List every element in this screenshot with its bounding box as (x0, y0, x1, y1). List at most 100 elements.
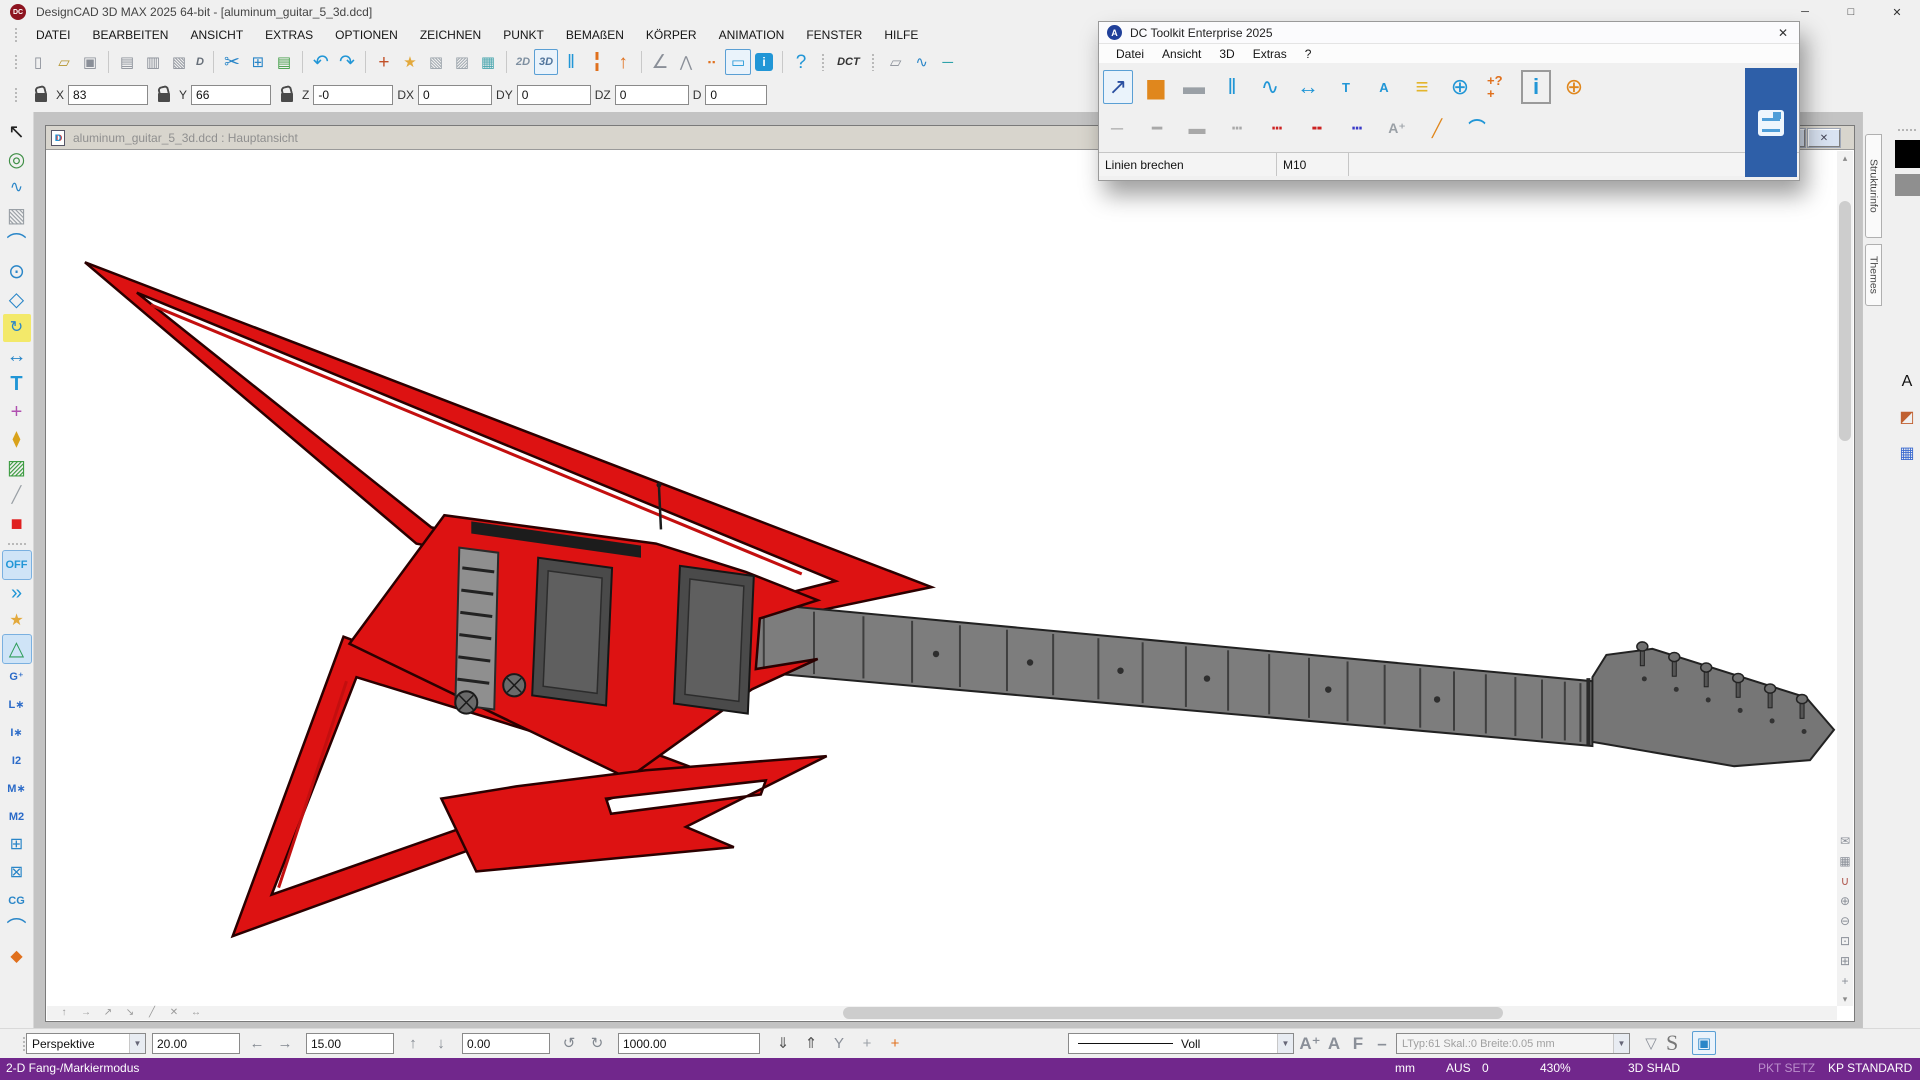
open-folder-icon[interactable]: ▱ (51, 49, 77, 75)
chip-icon[interactable]: ▦ (475, 49, 501, 75)
triangle-snap-icon[interactable]: △ (3, 635, 31, 663)
black-swatch[interactable] (1895, 140, 1920, 168)
text-a-plus-icon[interactable]: A⁺ (1383, 114, 1411, 142)
square-diag-icon[interactable]: ⊠ (3, 859, 31, 887)
copy-icon[interactable]: ⊞ (245, 49, 271, 75)
coord-input[interactable]: 0 (615, 85, 689, 105)
nav-ne-icon[interactable]: ↗ (101, 1007, 115, 1019)
zoom-out-icon[interactable]: ⊖ (1838, 912, 1853, 930)
panel-grip[interactable] (1897, 128, 1917, 133)
angle-tool-icon[interactable]: ∠ (647, 49, 673, 75)
toolkit-menu-item[interactable]: Extras (1244, 46, 1296, 62)
gray-swatch[interactable] (1895, 174, 1920, 196)
snap-off-button[interactable]: OFF (3, 551, 31, 579)
s-tool-icon[interactable]: S (1666, 1030, 1678, 1051)
dct-button[interactable]: DCT (833, 49, 864, 75)
line-bluedot-icon[interactable]: ┅ (1343, 114, 1371, 142)
menu-item[interactable]: OPTIONEN (324, 26, 409, 44)
diamond-icon[interactable]: ◇ (3, 286, 31, 314)
camera-up-icon[interactable]: ↑ (400, 1033, 426, 1055)
page-d-icon[interactable]: D (192, 49, 208, 75)
vertical-scroll-thumb[interactable] (1839, 201, 1851, 441)
zoom-fit-icon[interactable]: ⊞ (1838, 952, 1853, 970)
ortho-arrow-icon[interactable]: ↑ (610, 49, 636, 75)
tab-themes[interactable]: Themes (1865, 244, 1882, 306)
toolbar-grip[interactable] (14, 54, 19, 70)
camera-distance-input[interactable]: 1000.00 (618, 1033, 760, 1054)
arc-snap-icon[interactable]: ⌒ (3, 915, 31, 943)
help-cursor-icon[interactable]: ? (788, 49, 814, 75)
window-tool-icon[interactable]: ▭ (725, 49, 751, 75)
menu-item[interactable]: ZEICHNEN (409, 26, 492, 44)
line-style-select[interactable]: Voll ▼ (1068, 1033, 1294, 1054)
magnet-icon[interactable]: ∪ (1838, 872, 1853, 890)
grid-icon[interactable]: ▦ (1838, 852, 1853, 870)
status-pkt-setz[interactable]: PKT SETZ (1758, 1061, 1815, 1075)
stack-up-icon[interactable]: ⇑ (798, 1033, 824, 1055)
scroll-up-arrow[interactable]: ▴ (1843, 151, 1848, 165)
export-page-icon[interactable]: ▥ (140, 49, 166, 75)
nav-up-icon[interactable]: ↑ (57, 1007, 71, 1019)
paste-icon[interactable]: ▤ (271, 49, 297, 75)
cg-snap-icon[interactable]: CG (3, 887, 31, 915)
menu-item[interactable]: KÖRPER (635, 26, 708, 44)
close-button[interactable]: ✕ (1874, 0, 1920, 24)
polyline-icon[interactable]: ∿ (1255, 70, 1285, 104)
coord-input[interactable]: 0 (418, 85, 492, 105)
node-edit-icon[interactable]: ⧫ (3, 426, 31, 454)
dash-line-icon[interactable]: ╱ (3, 482, 31, 510)
camera-angle2-input[interactable]: 15.00 (306, 1033, 394, 1054)
menu-item[interactable]: ANIMATION (708, 26, 796, 44)
polyline-icon[interactable]: ∿ (3, 174, 31, 202)
dimension-icon[interactable]: ↔ (3, 342, 31, 370)
line-dotted-icon[interactable]: ┅ (1223, 114, 1251, 142)
line-reddash-icon[interactable]: ╍ (1303, 114, 1331, 142)
stack-down-icon[interactable]: ⇓ (770, 1033, 796, 1055)
folder2-icon[interactable]: ▱ (883, 49, 909, 75)
dot-diamond-icon[interactable]: ◆ (3, 943, 31, 971)
dimension-x-icon[interactable]: ↔ (1293, 70, 1323, 104)
coord-input[interactable]: 66 (191, 85, 271, 105)
hatch-icon[interactable]: ▨ (3, 454, 31, 482)
circle-radius-icon[interactable]: ⊙ (3, 258, 31, 286)
i2-snap-icon[interactable]: I2 (3, 747, 31, 775)
line-reddot-icon[interactable]: ┅ (1263, 114, 1291, 142)
save-icon[interactable]: ▣ (77, 49, 103, 75)
letter-a-icon[interactable]: A (1895, 370, 1919, 394)
lock-icon[interactable] (281, 93, 293, 102)
menu-item[interactable]: EXTRAS (254, 26, 324, 44)
coord-input[interactable]: 0 (517, 85, 591, 105)
zoom-select-icon[interactable]: ◎ (3, 146, 31, 174)
toolkit-menu-item[interactable]: Ansicht (1153, 46, 1210, 62)
point-set-active-icon[interactable]: + (882, 1033, 908, 1055)
dash-icon[interactable]: – (1370, 1032, 1394, 1056)
cut-icon[interactable]: ✂ (219, 49, 245, 75)
camera-pan-right-icon[interactable]: → (272, 1033, 298, 1055)
box-3d-icon[interactable]: ▧ (423, 49, 449, 75)
nav-diag-icon[interactable]: ╱ (145, 1007, 159, 1019)
zoom-window-icon[interactable]: ⊡ (1838, 932, 1853, 950)
tab-strukturinfo[interactable]: Strukturinfo (1865, 134, 1882, 238)
redo-icon[interactable]: ↷ (334, 49, 360, 75)
undo-icon[interactable]: ↶ (308, 49, 334, 75)
maximize-button[interactable]: □ (1828, 0, 1874, 24)
select-arrow-icon[interactable]: ↖ (3, 118, 31, 146)
camera-rotate-cw-icon[interactable]: ↻ (584, 1033, 610, 1055)
parallel-bars-icon[interactable]: ‖ (558, 49, 584, 75)
print-icon[interactable]: ▤ (114, 49, 140, 75)
polyline2-icon[interactable]: ∿ (909, 49, 935, 75)
query-point-icon[interactable]: +?+ (1483, 70, 1513, 104)
document-close-button[interactable]: ✕ (1808, 129, 1840, 147)
mail-icon[interactable]: ✉ (1838, 832, 1853, 850)
menu-item[interactable]: BEMAßEN (555, 26, 635, 44)
layer-box-icon[interactable]: ▣ (1692, 1031, 1716, 1055)
target-icon[interactable]: ⊕ (1445, 70, 1475, 104)
linetype-select[interactable]: LTyp:61 Skal.:0 Breite:0.05 mm ▼ (1396, 1033, 1630, 1054)
info-icon[interactable]: i (755, 53, 773, 71)
toolkit-menu-item[interactable]: 3D (1210, 46, 1243, 62)
box-view-icon[interactable]: ▨ (449, 49, 475, 75)
menu-item[interactable]: PUNKT (492, 26, 555, 44)
arc-question-icon[interactable]: ⌒ (3, 230, 31, 258)
square-cross-icon[interactable]: ⊞ (3, 831, 31, 859)
coord-input[interactable]: -0 (313, 85, 393, 105)
